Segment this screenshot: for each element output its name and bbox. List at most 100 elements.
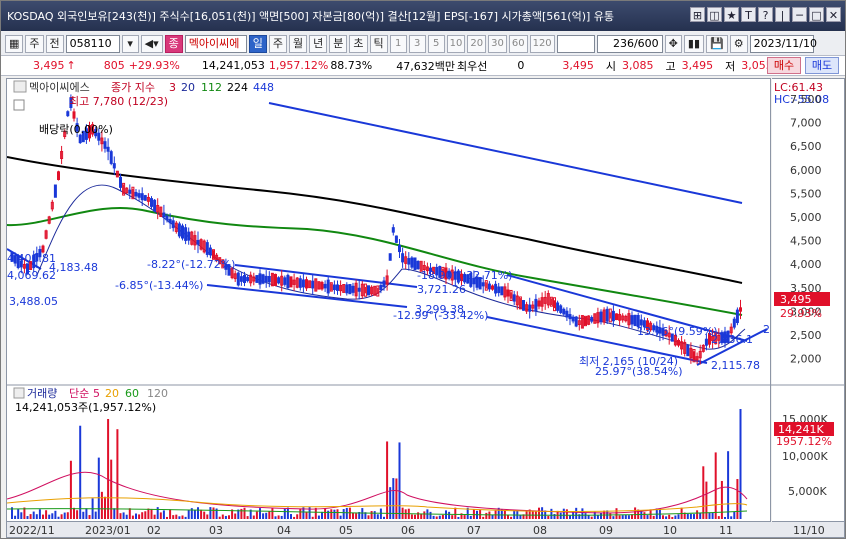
candle-body bbox=[345, 284, 349, 294]
volume-bar bbox=[336, 509, 339, 519]
annotation-v3: 4,183.48 bbox=[49, 261, 98, 274]
candle-body bbox=[106, 146, 110, 152]
volume-bar bbox=[448, 511, 451, 519]
font-icon[interactable]: T bbox=[741, 7, 756, 22]
candle-body bbox=[732, 318, 736, 328]
candle-body bbox=[264, 275, 268, 283]
chart-window: KOSDAQ 외국인보유[243(천)] 주식수[16,051(천)] 액면[5… bbox=[0, 0, 846, 539]
favorite-icon[interactable]: ★ bbox=[724, 7, 739, 22]
x-axis-panel[interactable]: 2022/11 2023/01 02 03 04 05 06 07 08 09 10 11 11/10 bbox=[6, 522, 845, 538]
split-icon[interactable]: ◫ bbox=[707, 7, 722, 22]
period-second[interactable]: 초 bbox=[349, 34, 368, 53]
x-tick: 07 bbox=[467, 524, 481, 537]
stock-name-field[interactable]: 멕아이씨에 bbox=[184, 34, 247, 53]
vol-tick-5000: 5,000K bbox=[788, 485, 827, 498]
interval-custom-input[interactable] bbox=[556, 34, 595, 53]
period-minute[interactable]: 분 bbox=[329, 34, 348, 53]
legend-icon[interactable] bbox=[13, 80, 27, 93]
legend-ma-3: 3 bbox=[169, 81, 176, 94]
period-tick[interactable]: 틱 bbox=[369, 34, 388, 53]
interval-20[interactable]: 20 bbox=[467, 34, 487, 53]
speaker-icon[interactable]: ◀▾ bbox=[140, 34, 163, 53]
quote-volume-pct: 1,957.12% bbox=[268, 59, 329, 72]
crosshair-icon[interactable]: ✥ bbox=[664, 34, 682, 53]
volume-bar bbox=[286, 507, 289, 519]
volume-bar-series bbox=[11, 409, 742, 519]
volume-bar bbox=[355, 513, 358, 519]
candle-body bbox=[165, 215, 169, 221]
stock-code-input[interactable]: 058110 bbox=[65, 34, 120, 53]
candle-body bbox=[258, 273, 262, 285]
volume-bar bbox=[624, 514, 627, 519]
interval-1[interactable]: 1 bbox=[389, 34, 407, 53]
candle-body bbox=[267, 276, 271, 283]
volume-bar bbox=[714, 452, 717, 519]
column-icon[interactable]: ▮▮ bbox=[683, 34, 704, 53]
interval-3[interactable]: 3 bbox=[408, 34, 426, 53]
volume-bar bbox=[724, 516, 726, 519]
price-chart-svg[interactable]: 멕아이씨에스 종가 지수 3 20 112 224 448 최고 7,780 (… bbox=[6, 79, 772, 523]
volume-bar bbox=[54, 510, 57, 519]
market-select[interactable]: 주 bbox=[25, 34, 44, 53]
candle-body bbox=[562, 308, 566, 315]
volume-bar bbox=[184, 516, 187, 519]
price-chart-panel[interactable]: 멕아이씨에스 종가 지수 3 20 112 224 448 최고 7,780 (… bbox=[6, 78, 772, 523]
quote-change-pct: +29.93% bbox=[128, 59, 180, 72]
panel-menu-icon[interactable] bbox=[13, 99, 25, 111]
data-count-field[interactable]: 236/600 bbox=[596, 34, 663, 53]
period-week[interactable]: 주 bbox=[268, 34, 288, 53]
data-count-total: /600 bbox=[633, 36, 659, 50]
x-tick: 08 bbox=[533, 524, 547, 537]
volume-bar bbox=[569, 515, 571, 519]
volume-bar bbox=[314, 507, 317, 519]
volume-bar bbox=[104, 496, 106, 519]
volume-bar bbox=[333, 509, 336, 519]
all-toggle[interactable]: 전 bbox=[45, 34, 64, 53]
interval-5[interactable]: 5 bbox=[427, 34, 445, 53]
quote-open: 3,085 bbox=[622, 59, 654, 72]
settings-icon[interactable]: ⚙ bbox=[729, 34, 748, 53]
volume-bar bbox=[587, 515, 590, 519]
annotation-a10: 25.97°(38.54%) bbox=[595, 365, 683, 378]
buy-button[interactable]: 매수 bbox=[767, 57, 801, 74]
window-title: KOSDAQ 외국인보유[243(천)] 주식수[16,051(천)] 액면[5… bbox=[7, 10, 615, 23]
interval-60[interactable]: 60 bbox=[508, 34, 528, 53]
help-icon[interactable]: ? bbox=[758, 7, 773, 22]
maximize-icon[interactable]: □ bbox=[809, 7, 824, 22]
y-axis-panel[interactable]: LC:61.43 HC:-55.08 7,500 7,000 6,500 6,000 5… bbox=[772, 78, 845, 522]
volume-legend-icon[interactable] bbox=[13, 387, 25, 399]
layout-icon[interactable]: ⊞ bbox=[690, 7, 705, 22]
sell-button[interactable]: 매도 bbox=[805, 57, 839, 74]
volume-bar bbox=[565, 509, 568, 519]
period-month[interactable]: 월 bbox=[289, 34, 308, 53]
interval-30[interactable]: 30 bbox=[488, 34, 507, 53]
interval-120[interactable]: 120 bbox=[529, 34, 555, 53]
candle-body bbox=[571, 316, 575, 322]
volume-bar bbox=[20, 512, 23, 519]
quote-high-label: 고 bbox=[665, 59, 676, 73]
save-icon[interactable]: 💾 bbox=[706, 34, 728, 53]
volume-bar bbox=[618, 515, 621, 519]
x-tick-labels: 2022/11 2023/01 02 03 04 05 06 07 08 09 10 11 bbox=[9, 524, 733, 537]
period-day[interactable]: 일 bbox=[248, 34, 267, 53]
volume-bar bbox=[711, 512, 714, 519]
chevron-down-icon[interactable]: ▾ bbox=[121, 34, 139, 53]
volume-ma-60: 60 bbox=[125, 387, 139, 400]
volume-bar bbox=[634, 507, 637, 519]
volume-bar bbox=[42, 514, 44, 519]
volume-bar bbox=[373, 511, 376, 519]
candle-body bbox=[332, 284, 336, 291]
volume-bar bbox=[265, 512, 268, 519]
volume-bar bbox=[153, 514, 156, 519]
volume-bar bbox=[166, 516, 168, 519]
interval-10[interactable]: 10 bbox=[446, 34, 466, 53]
close-icon[interactable]: ✕ bbox=[826, 7, 841, 22]
grid-icon[interactable]: ▦ bbox=[5, 34, 24, 53]
period-year[interactable]: 년 bbox=[309, 34, 328, 53]
date-field[interactable]: 2023/11/10 bbox=[749, 34, 817, 53]
up-arrow-icon: ↑ bbox=[66, 59, 76, 72]
minimize-icon[interactable]: ─ bbox=[792, 7, 807, 22]
candle-body bbox=[326, 279, 330, 294]
volume-bar bbox=[14, 515, 17, 519]
annotation-a2: -6.85°(-13.44%) bbox=[115, 279, 203, 292]
